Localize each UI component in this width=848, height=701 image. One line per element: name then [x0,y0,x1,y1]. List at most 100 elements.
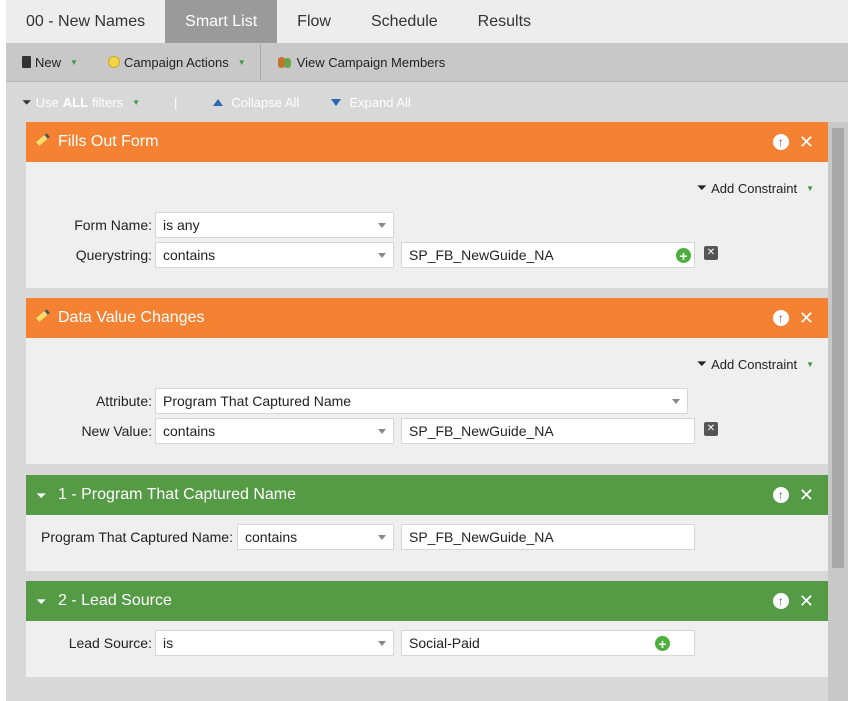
tab-flow[interactable]: Flow [277,0,351,43]
funnel-icon: ⏷ [696,356,708,371]
dropdown-arrow-icon: ▼ [806,183,814,193]
add-constraint-button[interactable]: ⏷ Add Constraint ▼ [697,180,814,196]
operator-select[interactable]: contains [155,418,394,444]
collapse-triangle-icon [213,98,224,106]
constraint-label: Querystring: [75,247,152,263]
filter-title: 1 - Program That Captured Name [58,486,297,503]
tab-results[interactable]: Results [458,0,551,43]
use-all-bold: ALL [62,94,89,110]
new-button[interactable]: New ▼ [6,43,92,81]
expand-all-label: Expand All [349,94,411,110]
expand-triangle-icon [331,98,342,106]
add-constraint-label: Add Constraint [711,356,798,372]
funnel-icon: ⏷ [36,594,47,609]
operator-value: is any [163,217,200,233]
dropdown-arrow-icon: ▼ [806,359,814,369]
value-text: SP_FB_NewGuide_NA [409,423,554,439]
operator-select[interactable]: contains [155,242,394,268]
filter-title: Data Value Changes [58,309,205,326]
funnel-icon: ⏷ [36,488,47,503]
chevron-down-icon [378,253,386,258]
constraint-row: New Value: contains SP_FB_NewGuide_NA ✕ [26,418,718,444]
constraint-row: Querystring: contains SP_FB_NewGuide_NA … [26,242,718,268]
filter-header[interactable]: Fills Out Form ↑ ✕ [26,122,828,162]
use-suffix: filters [92,94,124,110]
campaign-actions-button[interactable]: Campaign Actions ▼ [92,43,260,81]
value-input[interactable]: SP_FB_NewGuide_NA [401,418,695,444]
filter-card-fills-out-form: Fills Out Form ↑ ✕ ⏷ Add Constraint ▼ Fo… [26,122,828,288]
chevron-down-icon [378,535,386,540]
tab-bar: 00 - New Names Smart List Flow Schedule … [6,0,848,43]
value-text: Social-Paid [409,635,480,651]
smart-list-canvas: Fills Out Form ↑ ✕ ⏷ Add Constraint ▼ Fo… [6,122,848,701]
move-up-icon[interactable]: ↑ [772,593,789,609]
add-constraint-button[interactable]: ⏷ Add Constraint ▼ [697,356,814,372]
filter-title: 2 - Lead Source [58,592,172,609]
filterbar-divider: | [174,94,178,110]
vertical-scrollbar[interactable] [828,122,848,701]
remove-filter-icon[interactable]: ✕ [799,133,814,151]
funnel-icon: ⏷ [22,94,32,109]
people-icon [277,56,293,69]
constraint-label: Program That Captured Name: [41,529,233,545]
chevron-down-icon [378,429,386,434]
dropdown-arrow-icon: ▼ [132,97,140,107]
tab-smart-list[interactable]: Smart List [165,0,278,43]
value-input[interactable]: SP_FB_NewGuide_NA + [401,242,695,268]
chevron-down-icon [378,641,386,646]
delete-constraint-icon[interactable]: ✕ [704,246,718,260]
value-text: SP_FB_NewGuide_NA [409,247,554,263]
attribute-select[interactable]: Program That Captured Name [155,388,688,414]
operator-select[interactable]: is any [155,212,394,238]
new-document-icon [22,56,31,68]
pencil-icon [36,133,50,149]
dropdown-arrow-icon: ▼ [70,57,78,67]
tab-campaign-name[interactable]: 00 - New Names [6,0,165,43]
lightbulb-icon [107,56,120,68]
value-text: SP_FB_NewGuide_NA [409,529,554,545]
constraint-row: Form Name: is any [26,212,394,238]
delete-constraint-icon[interactable]: ✕ [704,422,718,436]
operator-value: contains [163,423,216,439]
expand-all-button[interactable]: Expand All [331,94,411,110]
tab-schedule[interactable]: Schedule [351,0,458,43]
new-button-label: New [35,54,62,70]
funnel-icon: ⏷ [696,180,708,195]
filter-header[interactable]: ⏷ 2 - Lead Source ↑ ✕ [26,581,828,621]
move-up-icon[interactable]: ↑ [772,134,789,150]
value-select[interactable]: Social-Paid + [401,630,695,656]
remove-filter-icon[interactable]: ✕ [799,486,814,504]
operator-select[interactable]: contains [237,524,394,550]
collapse-all-button[interactable]: Collapse All [213,95,299,110]
filter-card-lead-source: ⏷ 2 - Lead Source ↑ ✕ Lead Source: is So… [26,581,828,677]
use-prefix: Use [35,94,59,110]
constraint-label: Lead Source: [68,635,152,651]
remove-filter-icon[interactable]: ✕ [799,592,814,610]
operator-select[interactable]: is [155,630,394,656]
constraint-row: Program That Captured Name: contains SP_… [26,524,695,550]
add-value-icon[interactable]: + [676,248,691,263]
filter-header[interactable]: ⏷ 1 - Program That Captured Name ↑ ✕ [26,475,828,515]
constraint-row: Lead Source: is Social-Paid + [26,630,695,656]
filter-card-data-value-changes: Data Value Changes ↑ ✕ ⏷ Add Constraint … [26,298,828,464]
value-input[interactable]: SP_FB_NewGuide_NA [401,524,695,550]
add-value-icon[interactable]: + [655,636,670,651]
view-campaign-members-button[interactable]: View Campaign Members [261,43,460,81]
constraint-label: Attribute: [95,393,152,409]
constraint-row: Attribute: Program That Captured Name [26,388,688,414]
filter-card-program-that-captured-name: ⏷ 1 - Program That Captured Name ↑ ✕ Pro… [26,475,828,571]
chevron-down-icon [378,223,386,228]
move-up-icon[interactable]: ↑ [772,487,789,503]
constraint-label: New Value: [81,423,152,439]
filter-header[interactable]: Data Value Changes ↑ ✕ [26,298,828,338]
use-all-filters-dropdown[interactable]: ⏷ Use ALL filters ▼ [22,95,140,110]
collapse-all-label: Collapse All [231,94,300,110]
attribute-value: Program That Captured Name [163,393,352,409]
filter-title: Fills Out Form [58,133,159,150]
move-up-icon[interactable]: ↑ [772,310,789,326]
add-constraint-label: Add Constraint [711,180,798,196]
view-members-label: View Campaign Members [296,54,446,70]
scrollbar-thumb[interactable] [832,128,844,568]
remove-filter-icon[interactable]: ✕ [799,309,814,327]
operator-value: contains [163,247,216,263]
